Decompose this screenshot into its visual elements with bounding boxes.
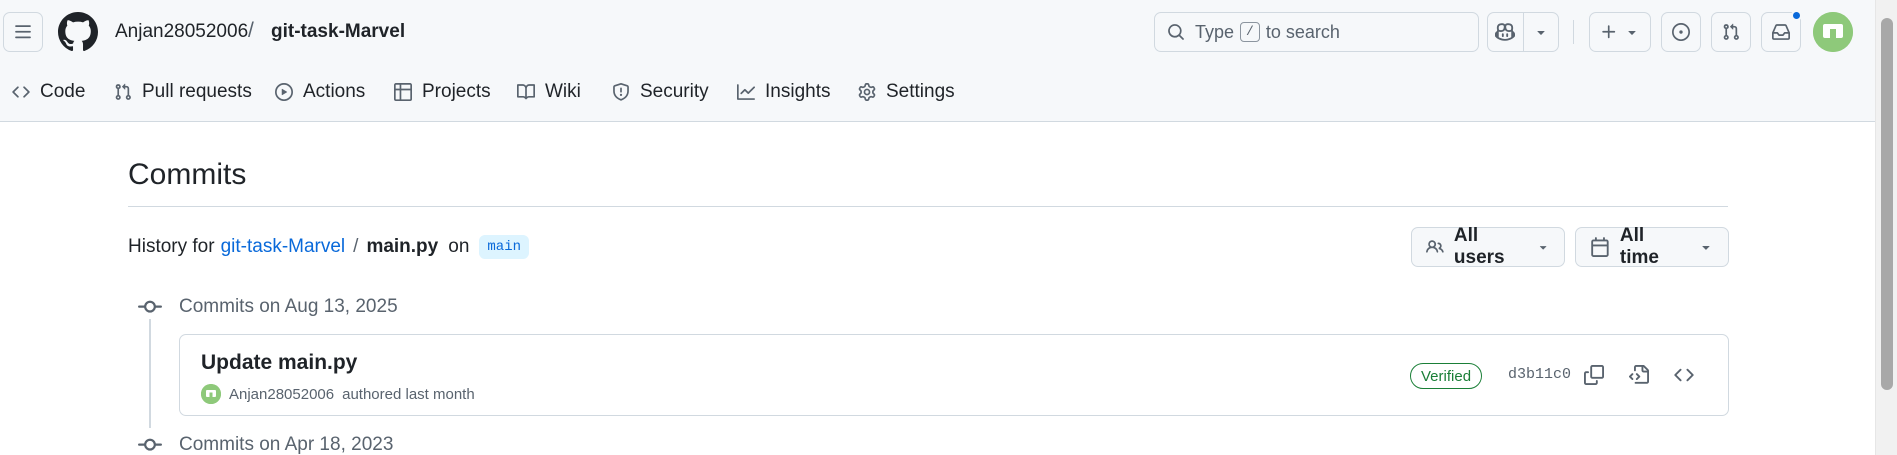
all-time-label: All time bbox=[1619, 225, 1659, 268]
tab-projects[interactable]: Projects bbox=[394, 72, 491, 112]
triangle-down-icon bbox=[1539, 246, 1547, 250]
play-icon bbox=[275, 83, 293, 101]
tab-projects-label: Projects bbox=[422, 81, 491, 102]
git-commit-icon bbox=[138, 295, 162, 319]
tab-actions-label: Actions bbox=[303, 81, 366, 102]
git-pull-request-icon bbox=[1723, 23, 1739, 40]
code-icon bbox=[1674, 368, 1694, 382]
people-icon bbox=[1426, 240, 1444, 253]
github-logo-icon[interactable] bbox=[58, 12, 98, 52]
hamburger-icon bbox=[15, 25, 31, 39]
breadcrumb-separator: / bbox=[248, 19, 254, 42]
commit-sha-link[interactable]: d3b11c0 bbox=[1508, 366, 1571, 383]
table-icon bbox=[394, 83, 412, 101]
history-breadcrumb: History for git-task-Marvel / main.py on… bbox=[128, 235, 529, 259]
graph-icon bbox=[737, 84, 755, 100]
breadcrumb-repo[interactable]: git-task-Marvel bbox=[271, 21, 405, 43]
avatar[interactable] bbox=[1813, 12, 1853, 52]
header-divider bbox=[1573, 20, 1574, 44]
history-repo-link[interactable]: git-task-Marvel bbox=[221, 236, 346, 258]
pull-requests-button[interactable] bbox=[1711, 12, 1751, 52]
tab-pull-requests[interactable]: Pull requests bbox=[114, 72, 252, 112]
git-commit-icon bbox=[138, 433, 162, 455]
author-avatar[interactable] bbox=[201, 384, 221, 404]
shield-icon bbox=[613, 83, 629, 101]
timeline-line bbox=[149, 318, 151, 428]
calendar-icon bbox=[1591, 237, 1609, 257]
tab-pull-requests-label: Pull requests bbox=[142, 81, 252, 102]
copilot-dropdown-button[interactable] bbox=[1522, 13, 1558, 51]
gear-icon bbox=[858, 83, 876, 101]
history-on-label: on bbox=[448, 236, 470, 257]
book-icon bbox=[517, 84, 535, 100]
scrollbar-thumb[interactable] bbox=[1881, 18, 1893, 390]
hamburger-menu-button[interactable] bbox=[3, 12, 43, 52]
history-file: main.py bbox=[366, 236, 439, 257]
search-icon bbox=[1168, 24, 1184, 40]
page-scrollbar[interactable] bbox=[1875, 0, 1897, 455]
copilot-icon bbox=[1495, 23, 1516, 41]
tab-wiki-label: Wiki bbox=[545, 81, 581, 102]
tab-security[interactable]: Security bbox=[612, 72, 709, 112]
tab-security-label: Security bbox=[640, 81, 709, 102]
commit-meta: Anjan28052006 authored last month bbox=[201, 384, 475, 404]
notification-indicator bbox=[1791, 10, 1802, 21]
plus-icon bbox=[1602, 25, 1616, 39]
view-file-diff-button[interactable] bbox=[1621, 357, 1657, 393]
git-pull-request-icon bbox=[115, 83, 131, 100]
file-code-icon bbox=[1629, 365, 1649, 384]
commit-row: Update main.py Anjan28052006 authored la… bbox=[179, 334, 1729, 416]
page-title: Commits bbox=[128, 158, 247, 191]
triangle-down-icon bbox=[1537, 31, 1545, 35]
all-users-filter-button[interactable]: All users bbox=[1411, 225, 1565, 268]
commit-group-date: Commits on Aug 13, 2025 bbox=[179, 296, 398, 317]
copilot-button[interactable] bbox=[1488, 13, 1523, 51]
browse-repo-button[interactable] bbox=[1666, 357, 1702, 393]
copy-sha-button[interactable] bbox=[1576, 357, 1612, 393]
tab-wiki[interactable]: Wiki bbox=[517, 72, 581, 112]
title-divider bbox=[128, 206, 1728, 207]
tab-insights-label: Insights bbox=[765, 81, 831, 102]
verified-badge[interactable]: Verified bbox=[1410, 363, 1483, 389]
issue-opened-icon bbox=[1672, 23, 1690, 41]
all-time-filter-button[interactable]: All time bbox=[1575, 225, 1729, 268]
inbox-icon bbox=[1772, 24, 1790, 40]
commit-authored-time: authored last month bbox=[342, 385, 475, 403]
repo-navigation: Code Pull requests Actions Projects Wiki… bbox=[0, 72, 1875, 112]
issues-button[interactable] bbox=[1661, 12, 1701, 52]
copy-icon bbox=[1584, 365, 1604, 385]
tab-settings-label: Settings bbox=[886, 81, 955, 102]
copilot-button-group bbox=[1487, 12, 1559, 52]
search-input[interactable]: Type / to search bbox=[1154, 12, 1479, 52]
tab-code[interactable]: Code bbox=[12, 72, 85, 112]
search-shortcut-key: / bbox=[1240, 22, 1260, 42]
history-separator: / bbox=[353, 236, 359, 257]
all-users-label: All users bbox=[1453, 225, 1505, 268]
commit-author-link[interactable]: Anjan28052006 bbox=[229, 386, 334, 403]
tab-actions[interactable]: Actions bbox=[275, 72, 365, 112]
app-header: Anjan28052006 / git-task-Marvel Type / t… bbox=[0, 0, 1875, 122]
tab-insights[interactable]: Insights bbox=[737, 72, 830, 112]
branch-badge[interactable]: main bbox=[479, 235, 529, 259]
triangle-down-icon bbox=[1702, 246, 1710, 250]
top-bar: Anjan28052006 / git-task-Marvel Type / t… bbox=[0, 0, 1875, 64]
commit-message-link[interactable]: Update main.py bbox=[201, 351, 357, 375]
commit-group-date: Commits on Apr 18, 2023 bbox=[179, 434, 394, 455]
tab-code-label: Code bbox=[40, 81, 86, 102]
triangle-down-icon bbox=[1628, 31, 1636, 35]
history-prefix: History for bbox=[128, 236, 215, 257]
code-icon bbox=[12, 86, 30, 98]
create-new-button[interactable] bbox=[1589, 12, 1651, 52]
breadcrumb-owner[interactable]: Anjan28052006 bbox=[115, 21, 248, 43]
search-placeholder-prefix: Type bbox=[1195, 21, 1235, 42]
tab-settings[interactable]: Settings bbox=[858, 72, 955, 112]
search-placeholder-suffix: to search bbox=[1265, 21, 1340, 42]
